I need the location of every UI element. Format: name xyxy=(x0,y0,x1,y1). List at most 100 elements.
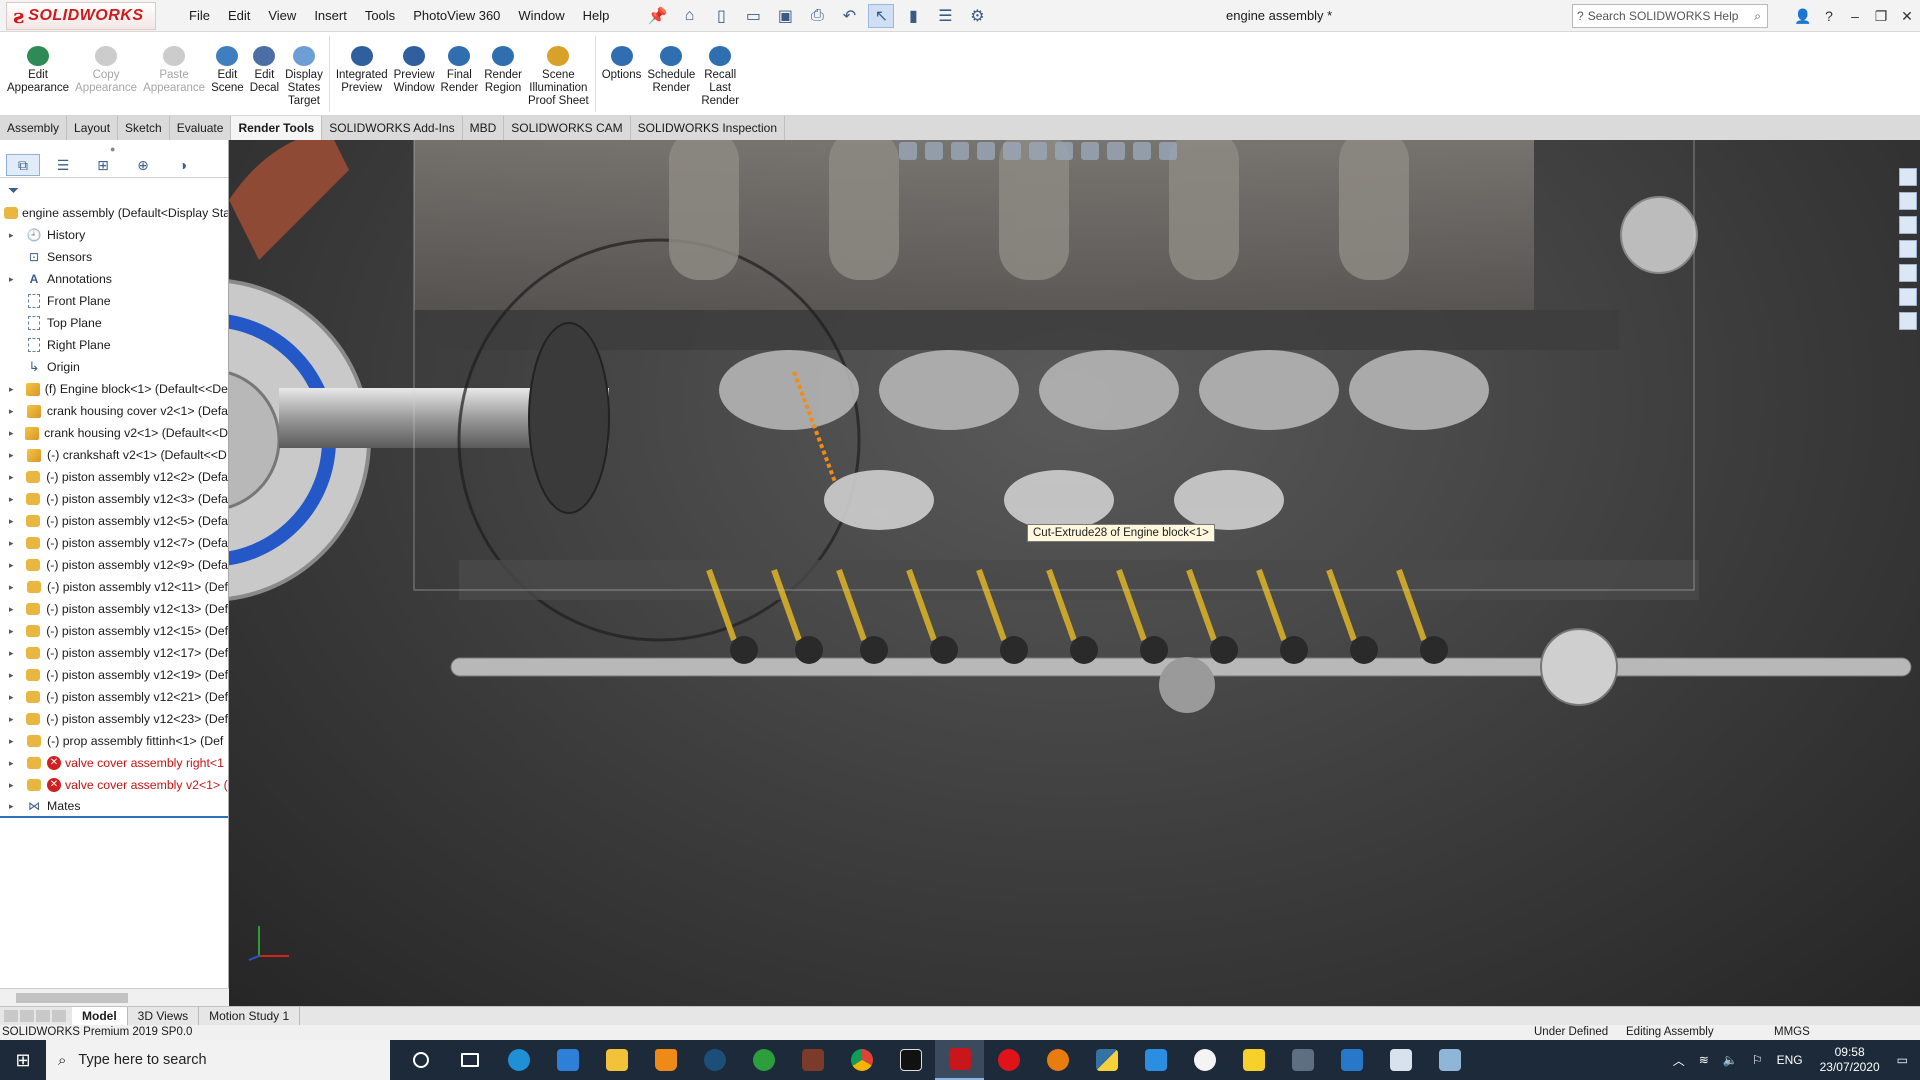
display-states-target-button[interactable]: Display States Target xyxy=(282,32,326,108)
expand-arrow-icon[interactable]: ▸ xyxy=(9,626,19,637)
select-icon[interactable]: ↖ xyxy=(868,3,895,28)
tree-item[interactable]: ▸ (-) piston assembly v12<23> (Def xyxy=(0,708,228,730)
new-document-icon[interactable]: ▯ xyxy=(708,4,734,28)
save-icon[interactable]: ▣ xyxy=(772,4,798,28)
appearances-icon[interactable] xyxy=(1899,264,1917,282)
help-menu-icon[interactable]: ? xyxy=(1816,8,1842,24)
previous-view-icon[interactable] xyxy=(951,142,969,160)
render-region-button[interactable]: Render Region xyxy=(481,32,525,95)
display-style-icon[interactable] xyxy=(1055,142,1073,160)
first-tab-icon[interactable] xyxy=(4,1010,18,1022)
task-view-icon[interactable] xyxy=(445,1040,494,1080)
forum-icon[interactable] xyxy=(1899,312,1917,330)
solidworks-logo[interactable]: ƨ SOLIDWORKS xyxy=(6,1,156,30)
units-selector[interactable]: MMGS xyxy=(1774,1025,1810,1040)
menu-tools[interactable]: Tools xyxy=(356,0,404,32)
design-library-icon[interactable] xyxy=(1899,192,1917,210)
calendar-app-icon[interactable] xyxy=(543,1040,592,1080)
tab-evaluate[interactable]: Evaluate xyxy=(170,116,232,140)
tab-solidworks-inspection[interactable]: SOLIDWORKS Inspection xyxy=(631,116,786,140)
view-palette-icon[interactable] xyxy=(1899,240,1917,258)
app-arrow-icon[interactable] xyxy=(1131,1040,1180,1080)
expand-arrow-icon[interactable]: ▸ xyxy=(9,494,19,505)
menu-view[interactable]: View xyxy=(259,0,305,32)
expand-arrow-icon[interactable]: ▸ xyxy=(9,582,19,593)
windows-start-icon[interactable]: ⊞ xyxy=(0,1040,46,1080)
tree-item[interactable]: ▸ crank housing v2<1> (Default<<D xyxy=(0,422,228,444)
expand-arrow-icon[interactable]: ▸ xyxy=(9,428,18,439)
apply-scene-icon[interactable] xyxy=(1133,142,1151,160)
menu-insert[interactable]: Insert xyxy=(305,0,356,32)
tab-mbd[interactable]: MBD xyxy=(463,116,505,140)
edit-decal-button[interactable]: Edit Decal xyxy=(247,32,282,95)
render-options-button[interactable]: Options xyxy=(599,32,645,82)
tree-item[interactable]: ▸ (-) piston assembly v12<7> (Defa xyxy=(0,532,228,554)
language-indicator[interactable]: ENG xyxy=(1777,1053,1803,1067)
expand-arrow-icon[interactable]: ▸ xyxy=(9,714,19,725)
tree-item[interactable]: ▸ (-) piston assembly v12<11> (Def xyxy=(0,576,228,598)
tab-sketch[interactable]: Sketch xyxy=(118,116,170,140)
tab-scroll-arrows[interactable] xyxy=(0,1007,72,1025)
edit-scene-button[interactable]: Edit Scene xyxy=(208,32,247,95)
taskbar-search-box[interactable]: ⌕ Type here to search xyxy=(46,1040,390,1080)
property-manager-tab-icon[interactable]: ☰ xyxy=(46,154,80,176)
tree-item[interactable]: Right Plane xyxy=(0,334,228,356)
expand-arrow-icon[interactable]: ▸ xyxy=(9,670,19,681)
tree-item[interactable]: ▸ (-) piston assembly v12<15> (Def xyxy=(0,620,228,642)
expand-arrow-icon[interactable]: ▸ xyxy=(9,230,19,241)
blender-icon[interactable] xyxy=(1033,1040,1082,1080)
expand-arrow-icon[interactable]: ▸ xyxy=(9,692,19,703)
network-icon[interactable]: ⚐ xyxy=(1752,1053,1763,1067)
cortana-icon[interactable] xyxy=(396,1040,445,1080)
tree-item[interactable]: ▸ (-) piston assembly v12<19> (Def xyxy=(0,664,228,686)
calculator-icon[interactable] xyxy=(1278,1040,1327,1080)
hide-show-items-icon[interactable] xyxy=(1081,142,1099,160)
final-render-button[interactable]: Final Render xyxy=(438,32,482,95)
search-icon[interactable]: ⌕ xyxy=(1754,9,1761,24)
scroll-thumb[interactable] xyxy=(16,993,128,1003)
expand-arrow-icon[interactable]: ▸ xyxy=(9,450,19,461)
notifications-icon[interactable]: ▭ xyxy=(1897,1053,1908,1067)
tree-item[interactable]: ▸ (-) piston assembly v12<3> (Defa xyxy=(0,488,228,510)
schedule-render-button[interactable]: Schedule Render xyxy=(644,32,698,95)
tree-item-mates[interactable]: ▸ ⋈ Mates xyxy=(0,796,228,818)
dynamic-annotation-icon[interactable] xyxy=(1003,142,1021,160)
help-search-input[interactable]: ? Search SOLIDWORKS Help ⌕ xyxy=(1572,4,1768,28)
tree-item[interactable]: Front Plane xyxy=(0,290,228,312)
xbox-icon[interactable] xyxy=(739,1040,788,1080)
section-view-icon[interactable] xyxy=(977,142,995,160)
home-icon[interactable]: ⌂ xyxy=(676,4,702,28)
last-tab-icon[interactable] xyxy=(52,1010,66,1022)
remote-desktop-icon[interactable] xyxy=(1376,1040,1425,1080)
view-orientation-icon[interactable] xyxy=(1029,142,1047,160)
tree-item[interactable]: Top Plane xyxy=(0,312,228,334)
solidworks-resources-icon[interactable] xyxy=(1899,168,1917,186)
tab-layout[interactable]: Layout xyxy=(67,116,119,140)
filter-icon[interactable]: ⏷ xyxy=(0,178,228,202)
expand-arrow-icon[interactable]: ▸ xyxy=(9,736,19,747)
inkscape-icon[interactable] xyxy=(886,1040,935,1080)
expand-arrow-icon[interactable]: ▸ xyxy=(9,780,19,791)
expand-arrow-icon[interactable]: ▸ xyxy=(9,516,19,527)
tree-item[interactable]: ⊡ Sensors xyxy=(0,246,228,268)
expand-arrow-icon[interactable]: ▸ xyxy=(9,538,19,549)
dimxpert-tab-icon[interactable]: ⊕ xyxy=(126,154,160,176)
pin-icon[interactable]: 📌 xyxy=(644,4,670,28)
tree-item[interactable]: ▸ (-) piston assembly v12<13> (Def xyxy=(0,598,228,620)
scene-illumination-proof-sheet-button[interactable]: Scene Illumination Proof Sheet xyxy=(525,32,592,108)
file-properties-icon[interactable]: ☰ xyxy=(932,4,958,28)
tab-3d-views[interactable]: 3D Views xyxy=(128,1007,200,1025)
undo-icon[interactable]: ↶ xyxy=(836,4,862,28)
tab-render-tools[interactable]: Render Tools xyxy=(231,116,323,140)
graphics-area[interactable]: Cut-Extrude28 of Engine block<1> xyxy=(229,140,1920,1006)
opera-icon[interactable] xyxy=(984,1040,1033,1080)
tree-item[interactable]: ▸ (-) prop assembly fittinh<1> (Def xyxy=(0,730,228,752)
restore-icon[interactable]: ❐ xyxy=(1868,8,1894,25)
paste-appearance-button[interactable]: Paste Appearance xyxy=(140,32,208,95)
tree-item-error[interactable]: ▸ ✕ valve cover assembly right<1 xyxy=(0,752,228,774)
tree-item[interactable]: ▸ (-) piston assembly v12<5> (Defa xyxy=(0,510,228,532)
menu-photoview[interactable]: PhotoView 360 xyxy=(404,0,509,32)
menu-edit[interactable]: Edit xyxy=(219,0,259,32)
expand-arrow-icon[interactable]: ▸ xyxy=(9,801,19,812)
custom-properties-icon[interactable] xyxy=(1899,288,1917,306)
